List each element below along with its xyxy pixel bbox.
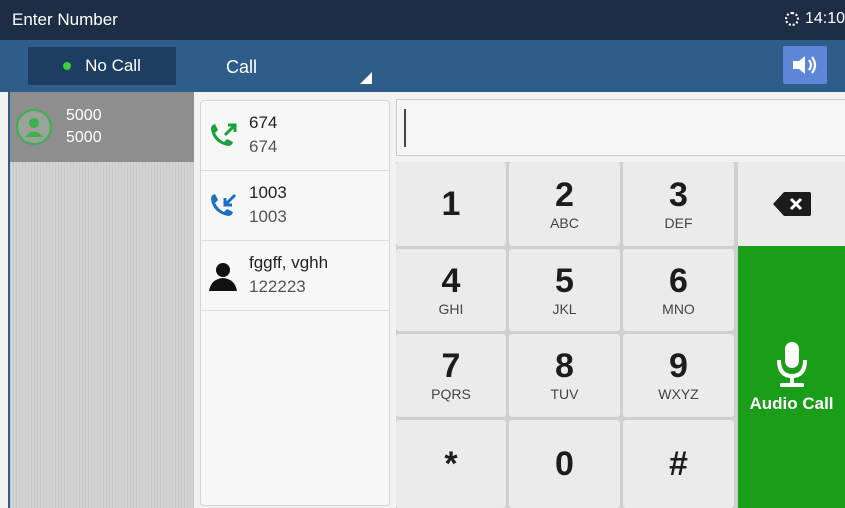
account-number: 5000 <box>66 129 102 146</box>
history-item[interactable]: 674 674 <box>201 101 389 171</box>
key-letters: WXYZ <box>658 386 699 402</box>
key-digit: 1 <box>441 185 461 223</box>
contact-icon <box>209 263 237 291</box>
account-item[interactable]: 5000 5000 <box>10 92 194 162</box>
key-0[interactable]: 0 <box>509 420 620 508</box>
page-title: Enter Number <box>12 10 118 29</box>
speaker-button[interactable] <box>783 46 827 84</box>
key-digit: * <box>444 445 458 483</box>
key-6[interactable]: 6 MNO <box>623 249 734 331</box>
key-digit: 3 <box>669 175 688 214</box>
history-number: 1003 <box>249 207 287 226</box>
key-letters: JKL <box>552 300 577 317</box>
key-digit: 8 <box>555 347 574 385</box>
call-status-label: No Call <box>85 56 141 75</box>
account-name: 5000 <box>66 107 102 124</box>
key-letters: ABC <box>550 214 579 231</box>
backspace-button[interactable] <box>738 162 845 246</box>
outgoing-call-icon <box>211 123 237 146</box>
key-digit: 5 <box>555 261 574 300</box>
left-edge <box>0 92 10 508</box>
key-digit: 6 <box>669 261 688 300</box>
key-star[interactable]: * <box>396 420 506 508</box>
key-4[interactable]: 4 GHI <box>396 249 506 331</box>
history-item[interactable]: 1003 1003 <box>201 171 389 241</box>
call-status-button[interactable]: No Call <box>28 47 176 85</box>
history-name: 1003 <box>249 183 287 202</box>
title-bar: Enter Number 14:10 <box>0 0 845 40</box>
key-3[interactable]: 3 DEF <box>623 162 734 246</box>
key-letters: MNO <box>662 300 695 317</box>
key-8[interactable]: 8 TUV <box>509 334 620 417</box>
status-clock: 14:10 <box>784 10 845 28</box>
history-number: 674 <box>249 137 278 156</box>
key-letters: TUV <box>550 386 579 402</box>
number-input[interactable] <box>396 99 845 156</box>
history-number: 122223 <box>249 277 306 296</box>
key-digit: 9 <box>669 347 688 385</box>
audio-call-label: Audio Call <box>749 394 834 413</box>
call-mode-label: Call <box>226 57 258 77</box>
key-digit: 0 <box>555 445 574 483</box>
key-hash[interactable]: # <box>623 420 734 508</box>
key-digit: 4 <box>441 261 461 300</box>
key-2[interactable]: 2 ABC <box>509 162 620 246</box>
call-mode-dropdown[interactable]: Call <box>196 47 386 87</box>
audio-call-button[interactable]: Audio Call <box>738 246 845 508</box>
key-letters: PQRS <box>431 386 471 402</box>
incoming-call-icon <box>211 193 237 216</box>
microphone-icon <box>776 342 807 387</box>
call-history-list: 674 674 1003 1003 fggff, vghh 122223 <box>200 100 390 506</box>
key-1[interactable]: 1 <box>396 162 506 246</box>
key-digit: 2 <box>555 175 574 214</box>
history-name: 674 <box>249 113 278 132</box>
key-9[interactable]: 9 WXYZ <box>623 334 734 417</box>
key-letters: DEF <box>664 214 693 231</box>
status-dot-icon <box>63 62 72 70</box>
sync-icon <box>784 12 799 26</box>
account-avatar-icon <box>16 109 52 145</box>
key-5[interactable]: 5 JKL <box>509 249 620 331</box>
key-digit: 7 <box>441 347 461 385</box>
toolbar: No Call Call <box>0 40 845 92</box>
key-letters: GHI <box>438 300 464 317</box>
speaker-icon <box>793 56 817 74</box>
dropdown-corner-icon <box>360 72 372 84</box>
clock-time: 14:10 <box>804 10 845 27</box>
text-cursor <box>404 109 406 147</box>
history-item[interactable]: fggff, vghh 122223 <box>201 241 389 311</box>
history-name: fggff, vghh <box>249 253 329 272</box>
key-digit: # <box>669 445 688 483</box>
backspace-icon <box>772 192 811 216</box>
key-7[interactable]: 7 PQRS <box>396 334 506 417</box>
